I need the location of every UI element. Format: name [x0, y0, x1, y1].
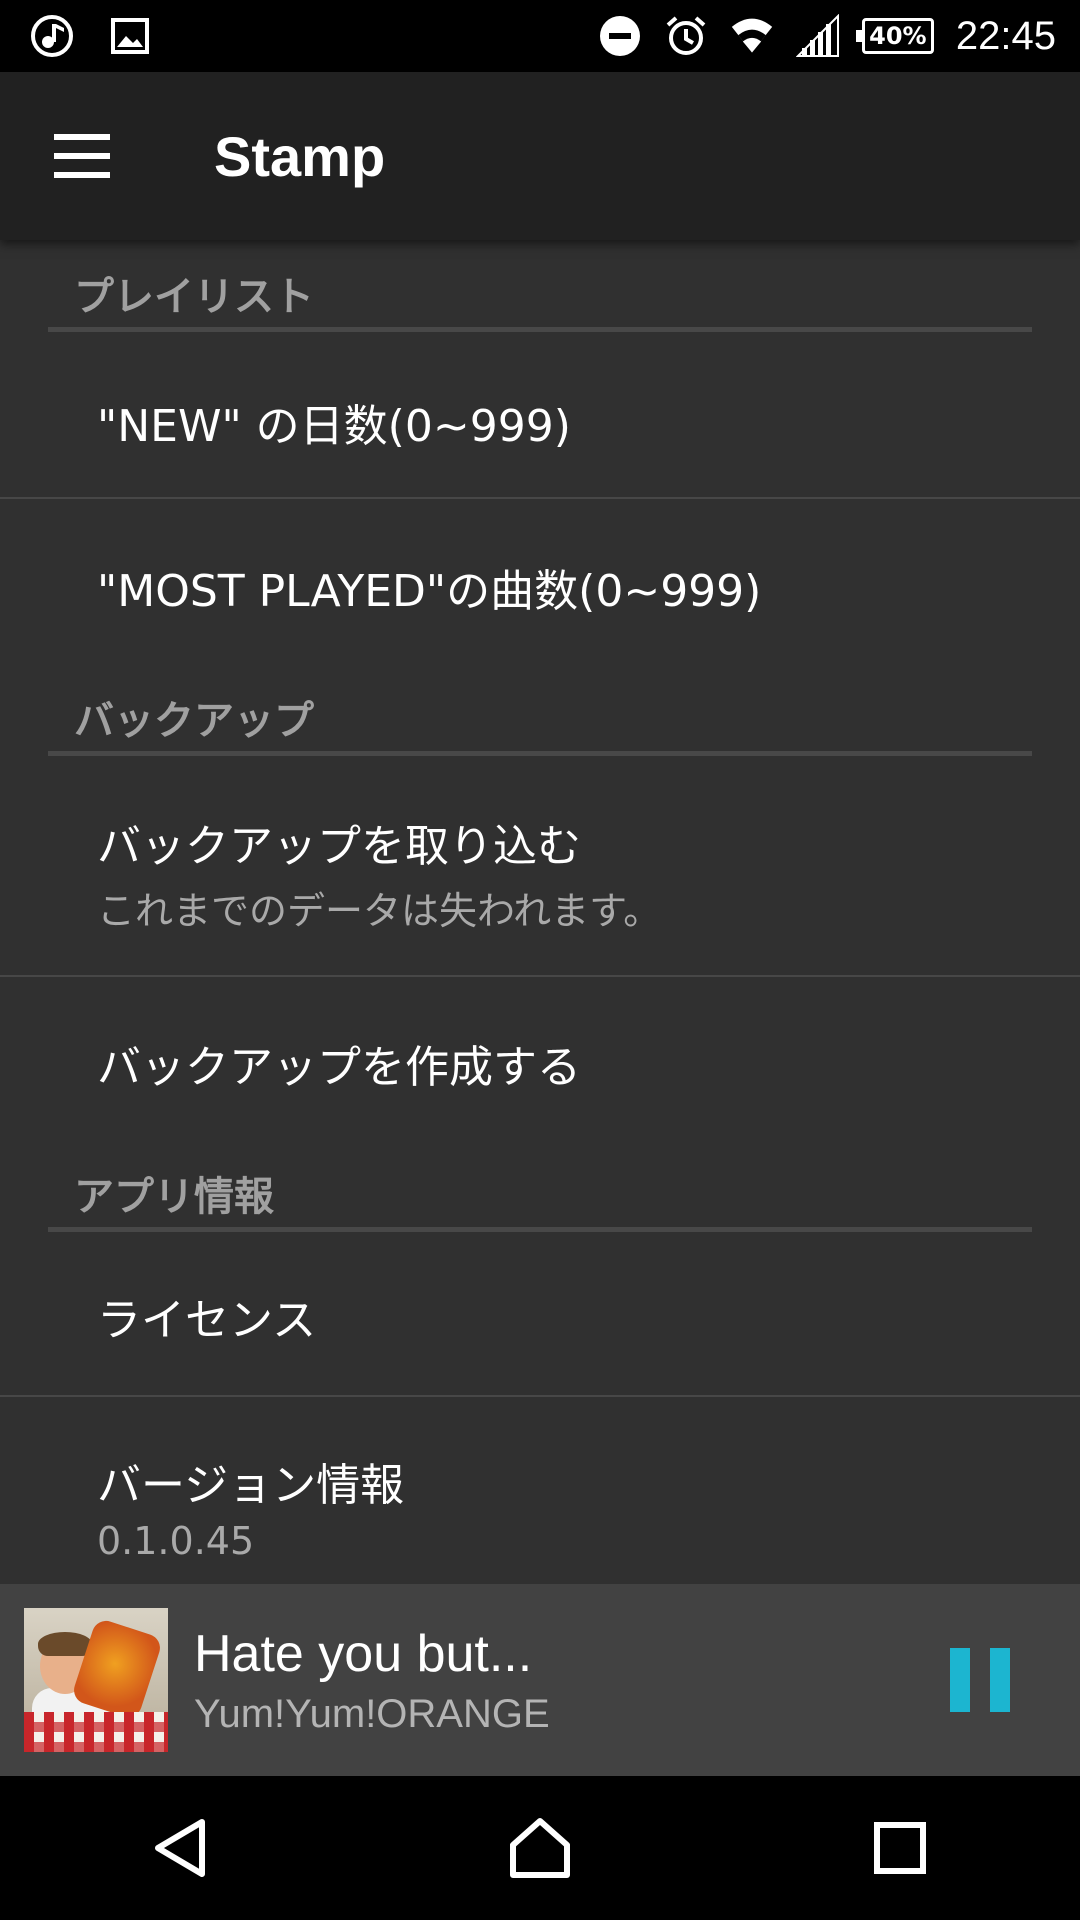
pref-create-backup[interactable]: バックアップを作成する — [0, 977, 1080, 1140]
do-not-disturb-icon — [598, 14, 642, 58]
category-title: バックアップ — [74, 698, 314, 744]
pref-import-backup[interactable]: バックアップを取り込む これまでのデータは失われます。 — [0, 756, 1080, 975]
pref-title: バックアップを取り込む — [97, 821, 581, 872]
now-playing-info[interactable]: Hate you but... Yum!Yum!ORANGE — [194, 1624, 950, 1737]
pref-title: "NEW" の日数(0~999) — [97, 401, 571, 452]
hamburger-menu-icon[interactable] — [54, 134, 114, 178]
status-bar: 40% 22:45 — [0, 0, 1080, 72]
app-bar: Stamp — [0, 72, 1080, 240]
recents-icon[interactable] — [850, 1798, 950, 1898]
now-playing-bar[interactable]: Hate you but... Yum!Yum!ORANGE — [0, 1584, 1080, 1776]
category-backup: バックアップ — [0, 664, 1080, 756]
pref-license[interactable]: ライセンス — [0, 1232, 1080, 1395]
app-title: Stamp — [214, 124, 386, 188]
track-artist: Yum!Yum!ORANGE — [194, 1691, 550, 1736]
category-title: プレイリスト — [74, 274, 314, 320]
signal-icon — [795, 14, 840, 58]
category-title: アプリ情報 — [74, 1174, 274, 1220]
image-icon — [108, 14, 152, 58]
home-icon[interactable] — [490, 1798, 590, 1898]
pref-new-days[interactable]: "NEW" の日数(0~999) — [0, 332, 1080, 497]
alarm-icon — [664, 14, 708, 58]
pref-version[interactable]: バージョン情報 0.1.0.45 — [0, 1397, 1080, 1577]
settings-list: プレイリスト "NEW" の日数(0~999) "MOST PLAYED"の曲数… — [0, 240, 1080, 1584]
category-playlist: プレイリスト — [0, 240, 1080, 332]
navigation-bar — [0, 1776, 1080, 1920]
pref-title: バックアップを作成する — [97, 1042, 581, 1093]
pref-summary: これまでのデータは失われます。 — [97, 889, 662, 933]
wifi-icon — [730, 14, 774, 58]
track-title: Hate you but... — [194, 1624, 533, 1683]
music-note-icon — [30, 14, 74, 58]
category-app-info: アプリ情報 — [0, 1140, 1080, 1232]
back-icon[interactable] — [130, 1798, 230, 1898]
pref-title: ライセンス — [97, 1295, 317, 1346]
pref-most-played-count[interactable]: "MOST PLAYED"の曲数(0~999) — [0, 499, 1080, 664]
pref-title: バージョン情報 — [97, 1460, 405, 1511]
pref-title: "MOST PLAYED"の曲数(0~999) — [97, 566, 762, 617]
pref-summary: 0.1.0.45 — [97, 1519, 255, 1563]
status-clock: 22:45 — [955, 13, 1056, 58]
pause-icon[interactable] — [950, 1648, 1010, 1712]
battery-percent: 40% — [869, 22, 927, 50]
battery-icon: 40% — [855, 18, 934, 54]
album-art[interactable] — [24, 1608, 168, 1752]
